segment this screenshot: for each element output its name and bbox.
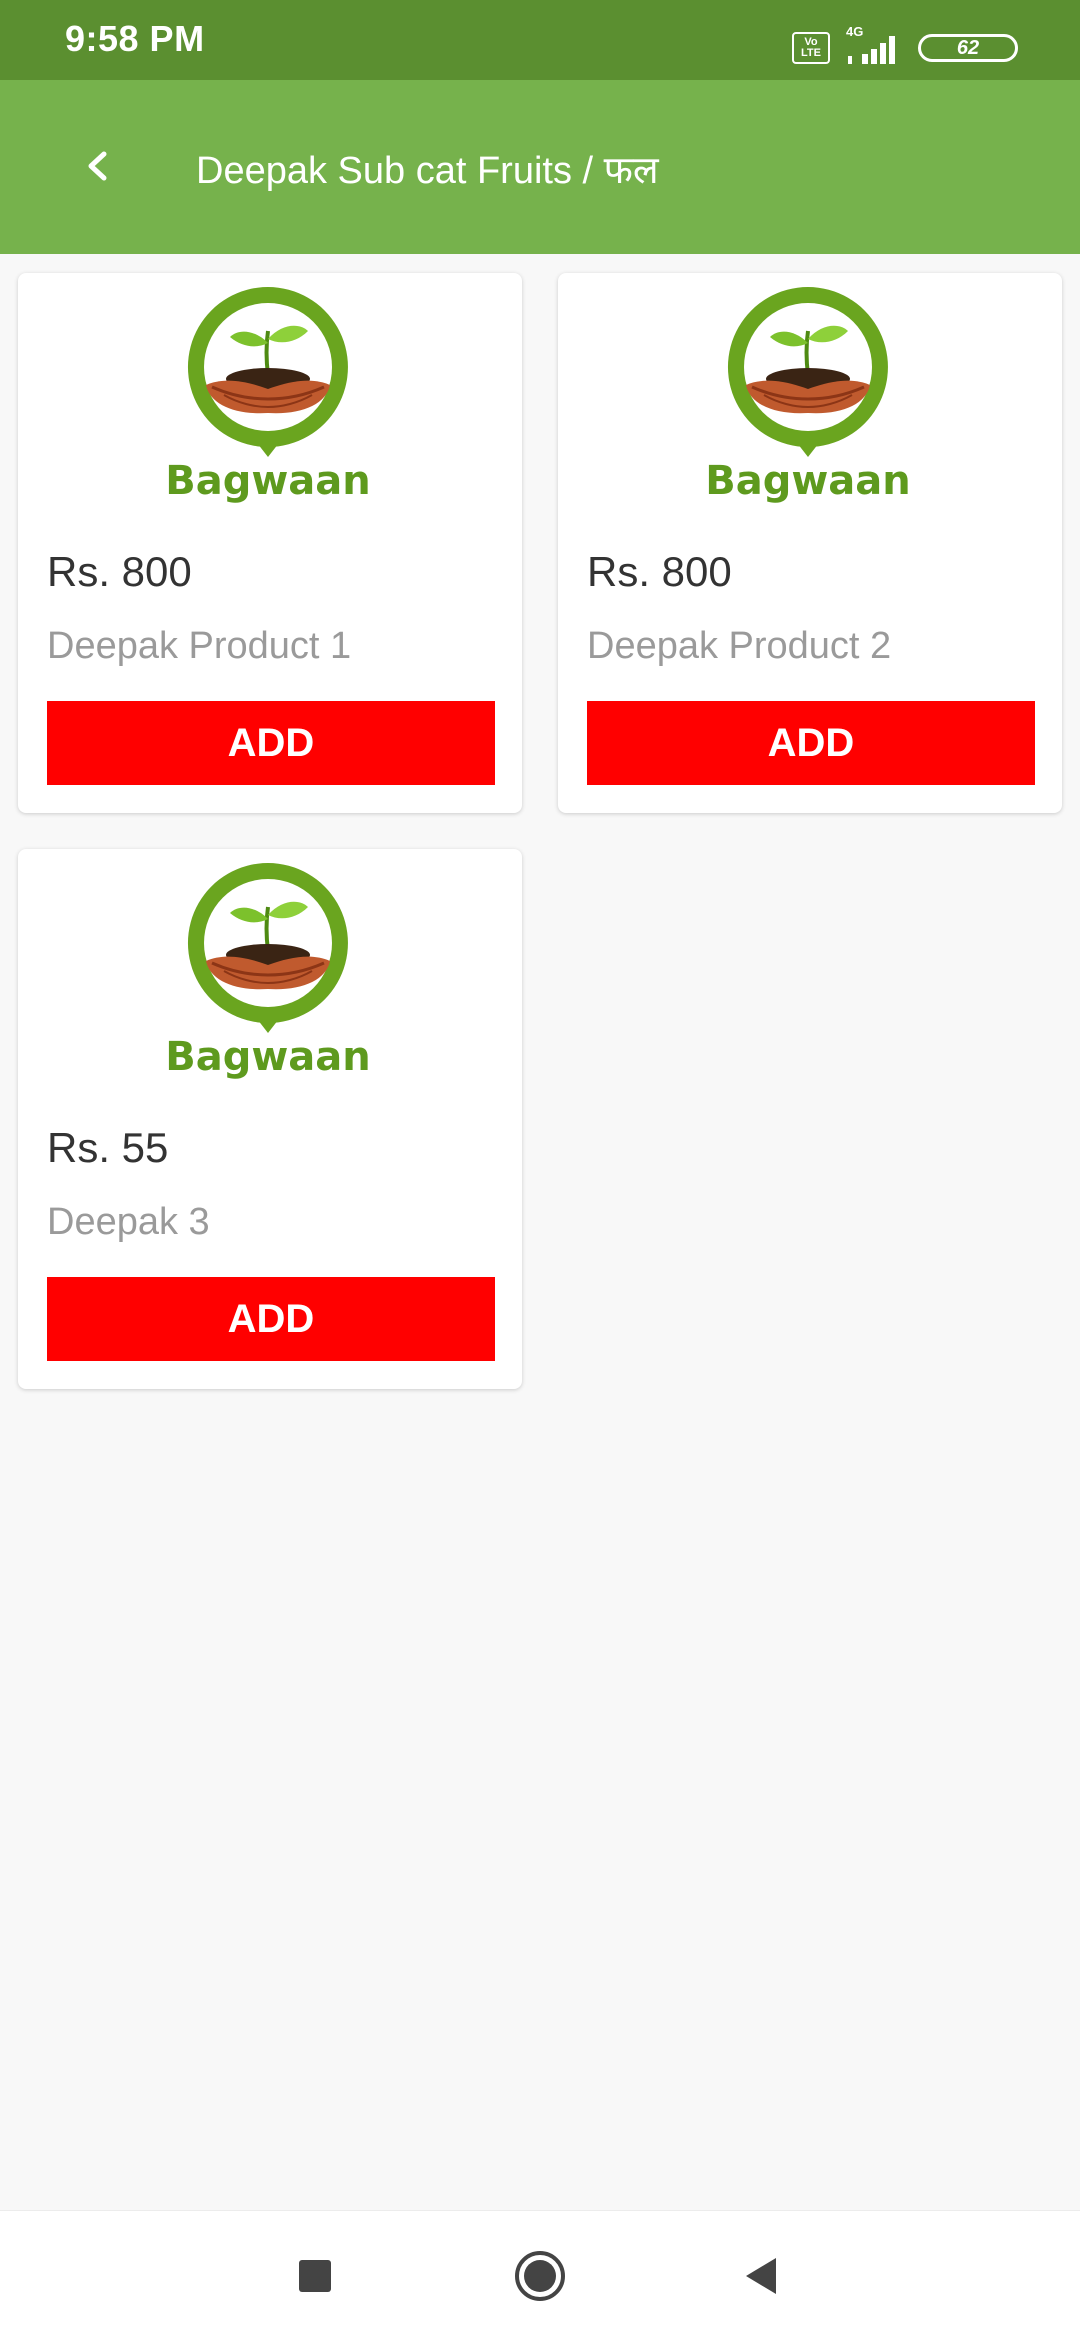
product-card-1[interactable]: Bagwaan Rs. 800 Deepak Product 1 ADD bbox=[18, 273, 522, 813]
system-back-button[interactable] bbox=[732, 2246, 792, 2306]
svg-text:Bagwaan: Bagwaan bbox=[168, 1034, 368, 1080]
product-name: Deepak Product 2 bbox=[587, 625, 892, 667]
status-time: 9:58 PM bbox=[65, 18, 205, 59]
battery-level: 62 bbox=[956, 36, 980, 59]
back-button[interactable] bbox=[62, 130, 134, 202]
page-title: Deepak Sub cat Fruits / फल bbox=[196, 150, 659, 192]
square-icon bbox=[299, 2260, 331, 2292]
triangle-icon bbox=[746, 2258, 776, 2294]
status-bar: 9:58 PM Vo LTE 4G 62 bbox=[0, 0, 1080, 80]
svg-text:Bagwaan: Bagwaan bbox=[168, 458, 368, 504]
add-to-cart-button[interactable]: ADD bbox=[47, 1277, 495, 1361]
product-name: Deepak 3 bbox=[47, 1201, 210, 1243]
status-icons: Vo LTE 4G 62 bbox=[792, 24, 1018, 66]
circle-icon bbox=[515, 2251, 565, 2301]
home-button[interactable] bbox=[510, 2246, 570, 2306]
product-price: Rs. 800 bbox=[47, 548, 192, 595]
product-price: Rs. 800 bbox=[587, 548, 732, 595]
product-name: Deepak Product 1 bbox=[47, 625, 352, 667]
product-price: Rs. 55 bbox=[47, 1124, 169, 1171]
signal-icon: 4G bbox=[846, 24, 902, 66]
bagwaan-logo: Bagwaan bbox=[708, 285, 908, 504]
volte-bottom-label: LTE bbox=[801, 47, 821, 59]
system-nav-bar bbox=[0, 2210, 1080, 2341]
add-to-cart-button[interactable]: ADD bbox=[587, 701, 1035, 785]
recents-button[interactable] bbox=[285, 2246, 345, 2306]
app-bar: Deepak Sub cat Fruits / फल bbox=[0, 80, 1080, 254]
product-card-2[interactable]: Bagwaan Rs. 800 Deepak Product 2 ADD bbox=[558, 273, 1062, 813]
battery-icon: 62 bbox=[918, 34, 1018, 62]
bagwaan-logo: Bagwaan bbox=[168, 861, 368, 1080]
back-chevron-icon bbox=[88, 151, 107, 181]
add-to-cart-button[interactable]: ADD bbox=[47, 701, 495, 785]
svg-text:Bagwaan: Bagwaan bbox=[708, 458, 908, 504]
product-card-3[interactable]: Bagwaan Rs. 55 Deepak 3 ADD bbox=[18, 849, 522, 1389]
bagwaan-logo: Bagwaan bbox=[168, 285, 368, 504]
volte-icon: Vo LTE bbox=[792, 32, 830, 64]
